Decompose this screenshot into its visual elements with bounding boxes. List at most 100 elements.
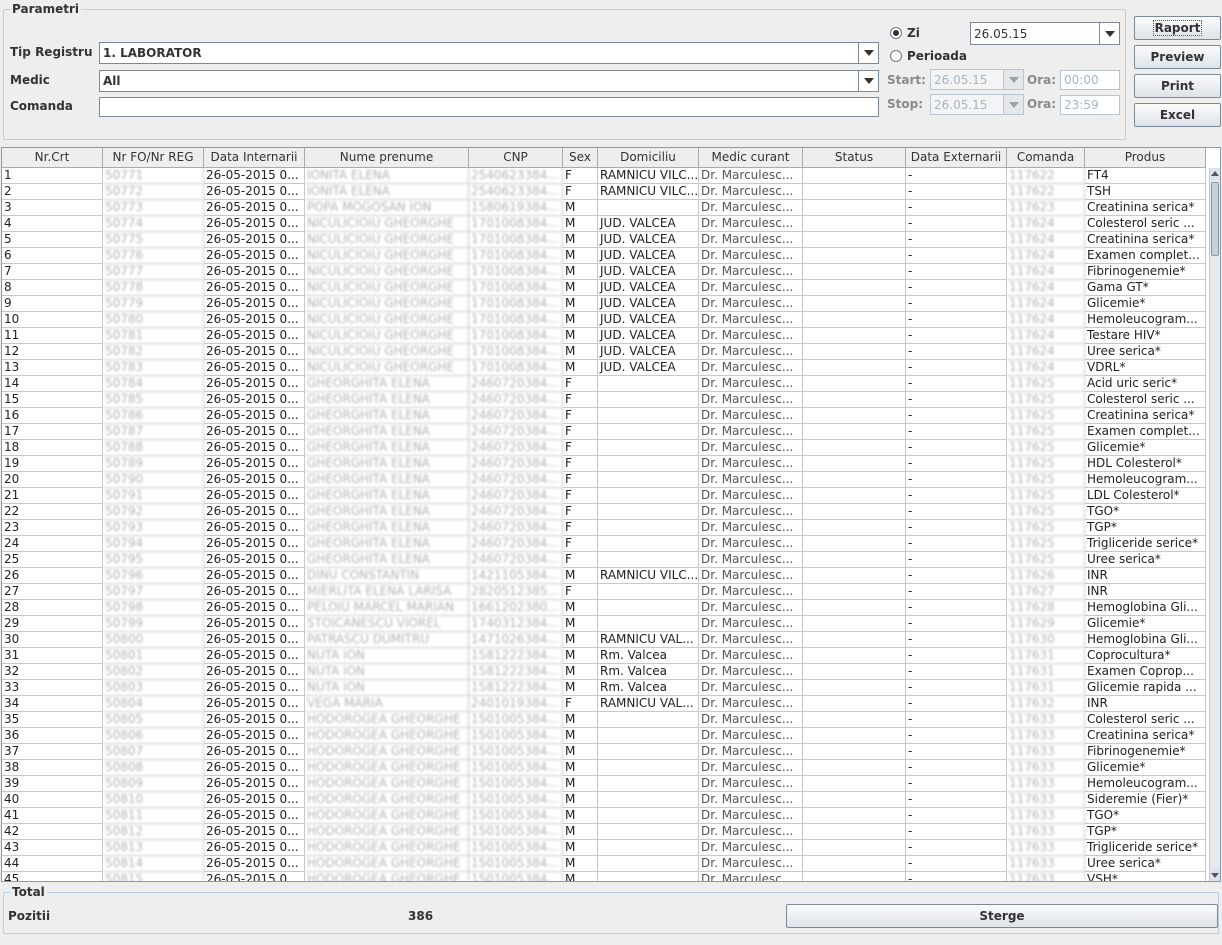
table-row[interactable]: 7 50777 26-05-2015 0... NICULICIOIU GHEORGH… — [2, 264, 1210, 280]
table-row[interactable]: 34 50804 26-05-2015 0... VEGA MARIA 24010193… — [2, 696, 1210, 712]
column-header[interactable]: Data Externarii — [906, 148, 1007, 168]
table-cell: Dr. Marculesc... — [699, 232, 803, 248]
table-row[interactable]: 26 50796 26-05-2015 0... DINU CONSTANTIN 142… — [2, 568, 1210, 584]
table-cell: Sideremie (Fier)* — [1085, 792, 1206, 808]
column-header[interactable]: Comanda — [1007, 148, 1085, 168]
column-header[interactable]: Sex — [563, 148, 598, 168]
chevron-down-icon[interactable] — [1003, 95, 1023, 114]
vertical-scrollbar[interactable] — [1209, 168, 1220, 881]
scroll-up-icon[interactable] — [1210, 168, 1220, 180]
print-button[interactable]: Print — [1134, 74, 1221, 98]
scroll-down-icon[interactable] — [1210, 869, 1220, 881]
table-cell: 2460720384... — [469, 520, 563, 536]
table-row[interactable]: 8 50778 26-05-2015 0... NICULICIOIU GHEORGH… — [2, 280, 1210, 296]
table-row[interactable]: 22 50792 26-05-2015 0... GHEORGHITA ELENA 24… — [2, 504, 1210, 520]
table-row[interactable]: 30 50800 26-05-2015 0... PATRASCU DUMITRU 14… — [2, 632, 1210, 648]
table-row[interactable]: 27 50797 26-05-2015 0... MIERLITA ELENA LAR… — [2, 584, 1210, 600]
start-date-select[interactable]: 26.05.15 — [930, 69, 1024, 90]
table-cell: 26-05-2015 0... — [204, 600, 305, 616]
perioada-radio[interactable]: Perioada — [890, 49, 967, 63]
column-header[interactable]: Nr FO/Nr REG — [103, 148, 204, 168]
zi-radio[interactable]: Zi — [890, 26, 920, 40]
excel-button[interactable]: Excel — [1134, 103, 1221, 127]
table-row[interactable]: 24 50794 26-05-2015 0... GHEORGHITA ELENA 24… — [2, 536, 1210, 552]
table-row[interactable]: 23 50793 26-05-2015 0... GHEORGHITA ELENA 24… — [2, 520, 1210, 536]
table-row[interactable]: 35 50805 26-05-2015 0... HODOROGEA GHEORGHE… — [2, 712, 1210, 728]
table-row[interactable]: 39 50809 26-05-2015 0... HODOROGEA GHEORGHE… — [2, 776, 1210, 792]
chevron-down-icon[interactable] — [858, 43, 878, 63]
column-header[interactable]: Medic curant — [699, 148, 803, 168]
table-row[interactable]: 28 50798 26-05-2015 0... PELOIU MARCEL MARI… — [2, 600, 1210, 616]
table-row[interactable]: 25 50795 26-05-2015 0... GHEORGHITA ELENA 24… — [2, 552, 1210, 568]
column-header[interactable]: Status — [803, 148, 906, 168]
table-row[interactable]: 15 50785 26-05-2015 0... GHEORGHITA ELENA 24… — [2, 392, 1210, 408]
table-row[interactable]: 13 50783 26-05-2015 0... NICULICIOIU GHEORG… — [2, 360, 1210, 376]
raport-button[interactable]: Raport — [1134, 16, 1221, 40]
table-row[interactable]: 33 50803 26-05-2015 0... NUTA ION 1581222384… — [2, 680, 1210, 696]
sterge-button[interactable]: Sterge — [786, 904, 1218, 928]
table-row[interactable]: 5 50775 26-05-2015 0... NICULICIOIU GHEORGH… — [2, 232, 1210, 248]
comanda-input[interactable] — [99, 97, 879, 117]
table-row[interactable]: 1 50771 26-05-2015 0... IONITA ELENA 2540623… — [2, 168, 1210, 184]
ora-start-input[interactable]: 00:00 — [1060, 70, 1120, 90]
column-header[interactable]: Data Internarii — [204, 148, 305, 168]
chevron-down-icon[interactable] — [1003, 70, 1023, 89]
table-cell — [803, 264, 906, 280]
medic-select[interactable]: All — [99, 70, 879, 92]
table-row[interactable]: 36 50806 26-05-2015 0... HODOROGEA GHEORGHE… — [2, 728, 1210, 744]
table-row[interactable]: 40 50810 26-05-2015 0... HODOROGEA GHEORGHE… — [2, 792, 1210, 808]
column-header[interactable]: Domiciliu — [598, 148, 699, 168]
table-row[interactable]: 17 50787 26-05-2015 0... GHEORGHITA ELENA 24… — [2, 424, 1210, 440]
scrollbar-thumb[interactable] — [1211, 182, 1219, 256]
table-row[interactable]: 41 50811 26-05-2015 0... HODOROGEA GHEORGHE… — [2, 808, 1210, 824]
table-cell: M — [563, 312, 598, 328]
table-cell — [803, 744, 906, 760]
table-row[interactable]: 2 50772 26-05-2015 0... IONITA ELENA 2540623… — [2, 184, 1210, 200]
table-row[interactable]: 10 50780 26-05-2015 0... NICULICIOIU GHEORG… — [2, 312, 1210, 328]
table-cell — [803, 504, 906, 520]
table-row[interactable]: 12 50782 26-05-2015 0... NICULICIOIU GHEORG… — [2, 344, 1210, 360]
table-row[interactable]: 20 50790 26-05-2015 0... GHEORGHITA ELENA 24… — [2, 472, 1210, 488]
table-cell: 26-05-2015 0... — [204, 776, 305, 792]
table-row[interactable]: 44 50814 26-05-2015 0... HODOROGEA GHEORGHE… — [2, 856, 1210, 872]
ora-stop-input[interactable]: 23:59 — [1060, 95, 1120, 115]
table-cell: - — [906, 728, 1007, 744]
column-header[interactable]: Nr.Crt — [2, 148, 103, 168]
table-row[interactable]: 19 50789 26-05-2015 0... GHEORGHITA ELENA 24… — [2, 456, 1210, 472]
chevron-down-icon[interactable] — [858, 71, 878, 91]
table-cell: 26-05-2015 0... — [204, 696, 305, 712]
table-row[interactable]: 18 50788 26-05-2015 0... GHEORGHITA ELENA 24… — [2, 440, 1210, 456]
table-cell — [598, 472, 699, 488]
table-row[interactable]: 4 50774 26-05-2015 0... NICULICIOIU GHEORGH… — [2, 216, 1210, 232]
table-row[interactable]: 31 50801 26-05-2015 0... NUTA ION 1581222384… — [2, 648, 1210, 664]
table-row[interactable]: 38 50808 26-05-2015 0... HODOROGEA GHEORGHE… — [2, 760, 1210, 776]
stop-date-select[interactable]: 26.05.15 — [930, 94, 1024, 115]
table-row[interactable]: 37 50807 26-05-2015 0... HODOROGEA GHEORGHE… — [2, 744, 1210, 760]
chevron-down-icon[interactable] — [1099, 23, 1119, 44]
table-cell: JUD. VALCEA — [598, 232, 699, 248]
table-body[interactable]: 1 50771 26-05-2015 0... IONITA ELENA 2540623… — [2, 168, 1210, 881]
table-row[interactable]: 45 50815 26-05-2015 0... HODOROGEA GHEORGHE… — [2, 872, 1210, 881]
table-cell: - — [906, 552, 1007, 568]
table-cell: 17 — [2, 424, 103, 440]
table-row[interactable]: 9 50779 26-05-2015 0... NICULICIOIU GHEORGH… — [2, 296, 1210, 312]
table-row[interactable]: 14 50784 26-05-2015 0... GHEORGHITA ELENA 24… — [2, 376, 1210, 392]
table-row[interactable]: 42 50812 26-05-2015 0... HODOROGEA GHEORGHE… — [2, 824, 1210, 840]
zi-date-select[interactable]: 26.05.15 — [970, 22, 1120, 45]
table-row[interactable]: 29 50799 26-05-2015 0... STOICANESCU VIOREL… — [2, 616, 1210, 632]
table-cell: 2460720384... — [469, 456, 563, 472]
column-header[interactable]: Nume prenume — [305, 148, 469, 168]
column-header[interactable]: Produs — [1085, 148, 1206, 168]
table-row[interactable]: 6 50776 26-05-2015 0... NICULICIOIU GHEORGH… — [2, 248, 1210, 264]
preview-button[interactable]: Preview — [1134, 45, 1221, 69]
table-row[interactable]: 32 50802 26-05-2015 0... NUTA ION 1581222384… — [2, 664, 1210, 680]
column-header[interactable]: CNP — [469, 148, 563, 168]
results-table[interactable]: Nr.Crt Nr FO/Nr REG Data Internarii Nume pr… — [1, 147, 1221, 882]
tip-registru-select[interactable]: 1. LABORATOR — [99, 42, 879, 64]
table-row[interactable]: 3 50773 26-05-2015 0... POPA MOGOSAN ION 158… — [2, 200, 1210, 216]
table-cell: 6 — [2, 248, 103, 264]
table-row[interactable]: 11 50781 26-05-2015 0... NICULICIOIU GHEORG… — [2, 328, 1210, 344]
table-row[interactable]: 16 50786 26-05-2015 0... GHEORGHITA ELENA 24… — [2, 408, 1210, 424]
table-row[interactable]: 21 50791 26-05-2015 0... GHEORGHITA ELENA 24… — [2, 488, 1210, 504]
table-row[interactable]: 43 50813 26-05-2015 0... HODOROGEA GHEORGHE… — [2, 840, 1210, 856]
